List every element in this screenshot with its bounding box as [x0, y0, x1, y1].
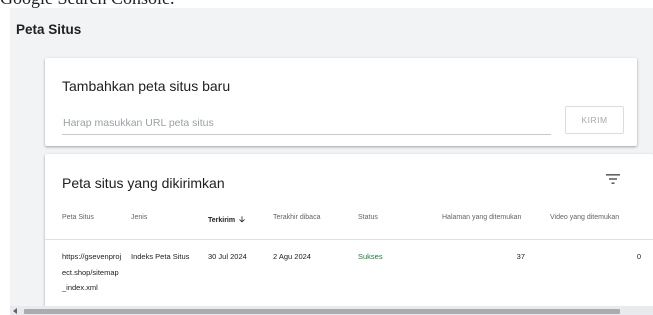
pages-found-cell: 37 — [516, 252, 525, 261]
page-title: Peta Situs — [16, 22, 82, 37]
column-header-videos-found[interactable]: Video yang ditemukan — [550, 214, 619, 221]
column-header-pages-found[interactable]: Halaman yang ditemukan — [442, 214, 521, 221]
column-header-status[interactable]: Status — [358, 214, 378, 221]
add-sitemap-title: Tambahkan peta situs baru — [62, 78, 231, 94]
table-header: Peta Situs Jenis Terkirim 🡣 Terakhir diba… — [45, 214, 653, 228]
column-header-sitemap[interactable]: Peta Situs — [62, 214, 94, 221]
column-header-submitted-label: Terkirim — [208, 217, 236, 224]
column-header-submitted[interactable]: Terkirim 🡣 — [208, 214, 245, 228]
submit-button[interactable]: KIRIM — [565, 106, 624, 134]
column-header-type[interactable]: Jenis — [131, 214, 147, 221]
submitted-sitemaps-card: Peta situs yang dikirimkan Peta Situs Je… — [45, 154, 653, 315]
submitted-sitemaps-title: Peta situs yang dikirimkan — [62, 175, 225, 191]
column-header-last-read[interactable]: Terakhir dibaca — [273, 214, 320, 221]
arrow-down-icon: 🡣 — [239, 215, 245, 224]
videos-found-cell: 0 — [636, 252, 641, 261]
add-sitemap-card: Tambahkan peta situs baru KIRIM — [45, 58, 637, 146]
filter-icon[interactable] — [605, 172, 621, 186]
sitemap-url-input[interactable] — [62, 112, 551, 135]
scrollbar-thumb[interactable] — [24, 309, 620, 314]
type-cell: Indeks Peta Situs — [131, 252, 190, 261]
submitted-cell: 30 Jul 2024 — [208, 252, 247, 261]
table-row[interactable]: https://gsevenproject.shop/sitemap_index… — [45, 240, 653, 315]
sitemap-url-cell[interactable]: https://gsevenproject.shop/sitemap_index… — [62, 249, 122, 296]
last-read-cell: 2 Agu 2024 — [273, 252, 311, 261]
scroll-left-icon[interactable] — [13, 308, 17, 314]
sitemaps-page: Peta Situs Tambahkan peta situs baru KIR… — [10, 8, 653, 315]
horizontal-scrollbar[interactable] — [10, 306, 653, 315]
status-cell: Sukses — [358, 252, 383, 261]
